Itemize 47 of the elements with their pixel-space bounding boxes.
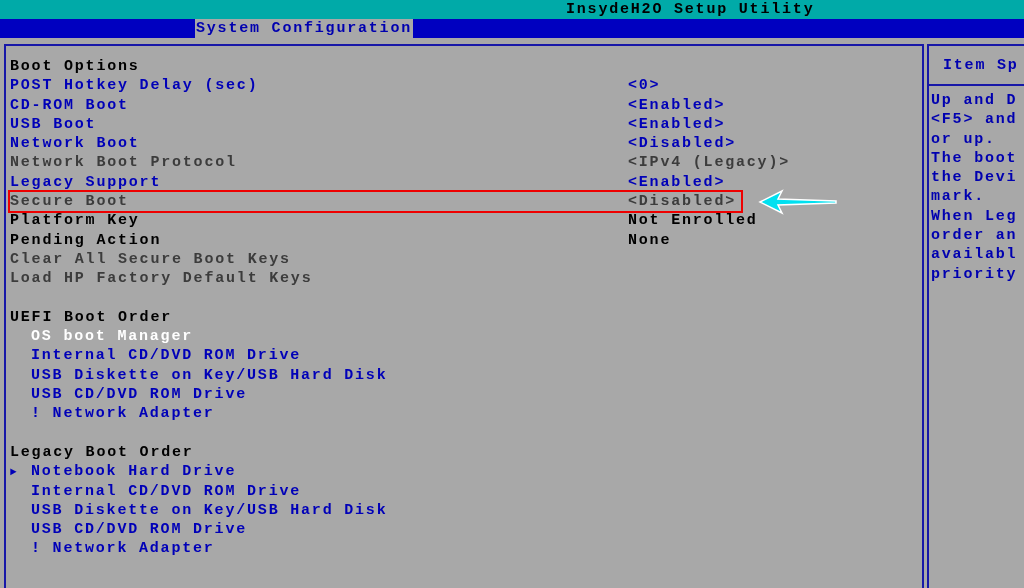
setting-label[interactable]: CD-ROM Boot — [10, 95, 129, 115]
help-title: Item Sp — [943, 56, 1019, 74]
help-text: mark. — [931, 187, 986, 207]
help-text: availabl — [931, 245, 1019, 265]
setting-value: <IPv4 (Legacy)> — [628, 153, 791, 173]
setting-label: Platform Key — [10, 211, 140, 231]
help-text: Up and D — [931, 91, 1019, 111]
setting-value[interactable]: <Enabled> — [628, 172, 726, 193]
setting-label[interactable]: Network Boot — [10, 134, 140, 154]
boot-device[interactable]: USB Diskette on Key/USB Hard Disk — [31, 365, 388, 386]
setting-value: Not Enrolled — [628, 211, 758, 231]
help-text: priority — [931, 264, 1019, 284]
setting-label: Pending Action — [10, 230, 162, 250]
help-text: the Devi — [931, 168, 1019, 188]
help-text: <F5> and — [931, 110, 1019, 130]
boot-device[interactable]: Internal CD/DVD ROM Drive — [31, 346, 302, 366]
setting-value[interactable]: <0> — [628, 76, 661, 96]
boot-device[interactable]: USB CD/DVD ROM Drive — [31, 520, 248, 540]
section-heading: Legacy Boot Order — [10, 442, 194, 463]
help-text: When Leg — [931, 206, 1019, 227]
help-text: The boot — [931, 148, 1019, 169]
setting-value[interactable]: <Disabled> — [628, 134, 736, 154]
boot-device[interactable]: USB Diskette on Key/USB Hard Disk — [31, 500, 388, 521]
section-heading: UEFI Boot Order — [10, 307, 173, 328]
window-title: InsydeH2O Setup Utility — [566, 0, 815, 19]
boot-device[interactable]: ! Network Adapter — [31, 539, 215, 559]
setting-value: None — [628, 230, 672, 250]
setting-label[interactable]: USB Boot — [10, 114, 97, 135]
boot-device[interactable]: Internal CD/DVD ROM Drive — [31, 481, 302, 501]
tab[interactable]: System Configuration — [195, 19, 414, 38]
setting-value: <Disabled> — [628, 192, 736, 212]
setting-value[interactable]: <Enabled> — [628, 114, 726, 135]
setting-label: Load HP Factory Default Keys — [10, 269, 313, 289]
setting-label[interactable]: Legacy Support — [10, 172, 162, 193]
help-text: or up. — [931, 129, 997, 149]
section-heading: Boot Options — [10, 57, 140, 77]
boot-device[interactable]: ! Network Adapter — [31, 404, 215, 424]
boot-device[interactable]: USB CD/DVD ROM Drive — [31, 385, 248, 405]
setting-value[interactable]: <Enabled> — [628, 95, 726, 115]
setting-label[interactable]: POST Hotkey Delay (sec) — [10, 76, 259, 96]
arrow-icon — [758, 189, 838, 216]
setting-label: Secure Boot — [10, 192, 129, 212]
setting-label: Network Boot Protocol — [10, 153, 237, 173]
help-text: order an — [931, 226, 1019, 246]
pointer-marker: ► — [10, 465, 20, 478]
setting-label: Clear All Secure Boot Keys — [10, 249, 291, 270]
boot-device[interactable]: Notebook Hard Drive — [31, 462, 237, 482]
